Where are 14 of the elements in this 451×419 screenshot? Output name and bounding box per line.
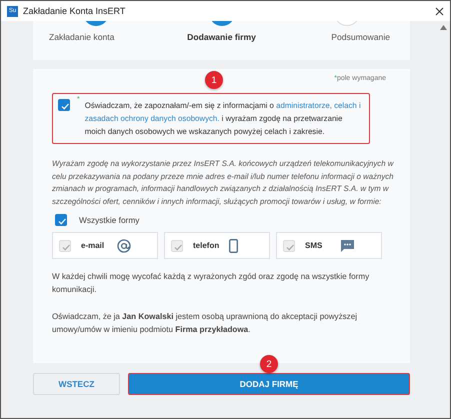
- add-company-button[interactable]: DODAJ FIRMĘ: [128, 373, 410, 395]
- window-title: Zakładanie Konta InsERT: [23, 6, 126, 16]
- withdraw-info-text: W każdej chwili mogę wycofać każdą z wyrażonych zgód oraz zgodę na wszystkie formy komunikacji.: [52, 271, 370, 296]
- step-number-badge: 1: [205, 71, 223, 89]
- step-number-badge: 2: [260, 355, 278, 373]
- authorization-text: Oświadczam, że ja Jan Kowalski jestem osobą uprawnioną do akceptacji powyższej umowy/umów w imieniu podmiotu Firma przykładowa.: [52, 311, 358, 336]
- option-label: SMS: [305, 241, 324, 250]
- step-label: Podsumowanie: [331, 32, 390, 42]
- checkbox-label: Wszystkie formy: [79, 215, 140, 225]
- step-label: Zakładanie konta: [49, 32, 114, 42]
- back-button[interactable]: WSTECZ: [33, 373, 120, 395]
- option-label: telefon: [193, 241, 220, 250]
- step-label: Dodawanie firmy: [187, 32, 256, 42]
- option-label: e-mail: [81, 241, 106, 250]
